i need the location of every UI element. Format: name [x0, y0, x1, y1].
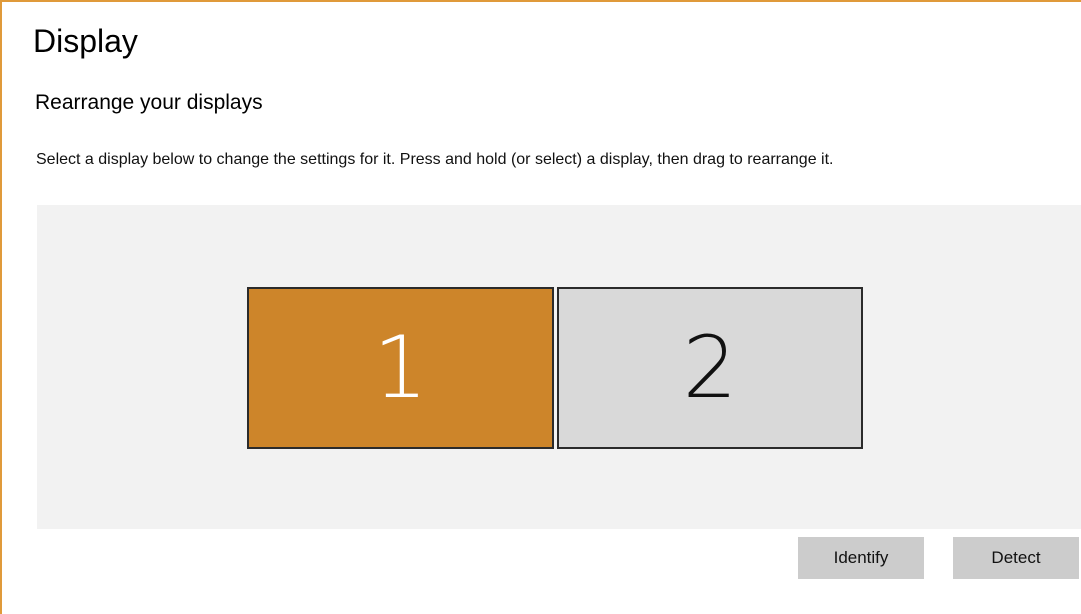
- page-title: Display: [33, 23, 138, 59]
- section-title: Rearrange your displays: [35, 91, 263, 114]
- display-arrangement-area[interactable]: 1 2: [37, 205, 1081, 529]
- instructions-text: Select a display below to change the set…: [36, 151, 834, 168]
- display-1-tile[interactable]: 1: [247, 287, 554, 449]
- display-2-number: 2: [682, 318, 738, 418]
- settings-window: Display Rearrange your displays Select a…: [0, 0, 1081, 614]
- display-1-number: 1: [373, 318, 428, 418]
- identify-button[interactable]: Identify: [798, 537, 924, 579]
- display-2-tile[interactable]: 2: [557, 287, 863, 449]
- detect-button[interactable]: Detect: [953, 537, 1079, 579]
